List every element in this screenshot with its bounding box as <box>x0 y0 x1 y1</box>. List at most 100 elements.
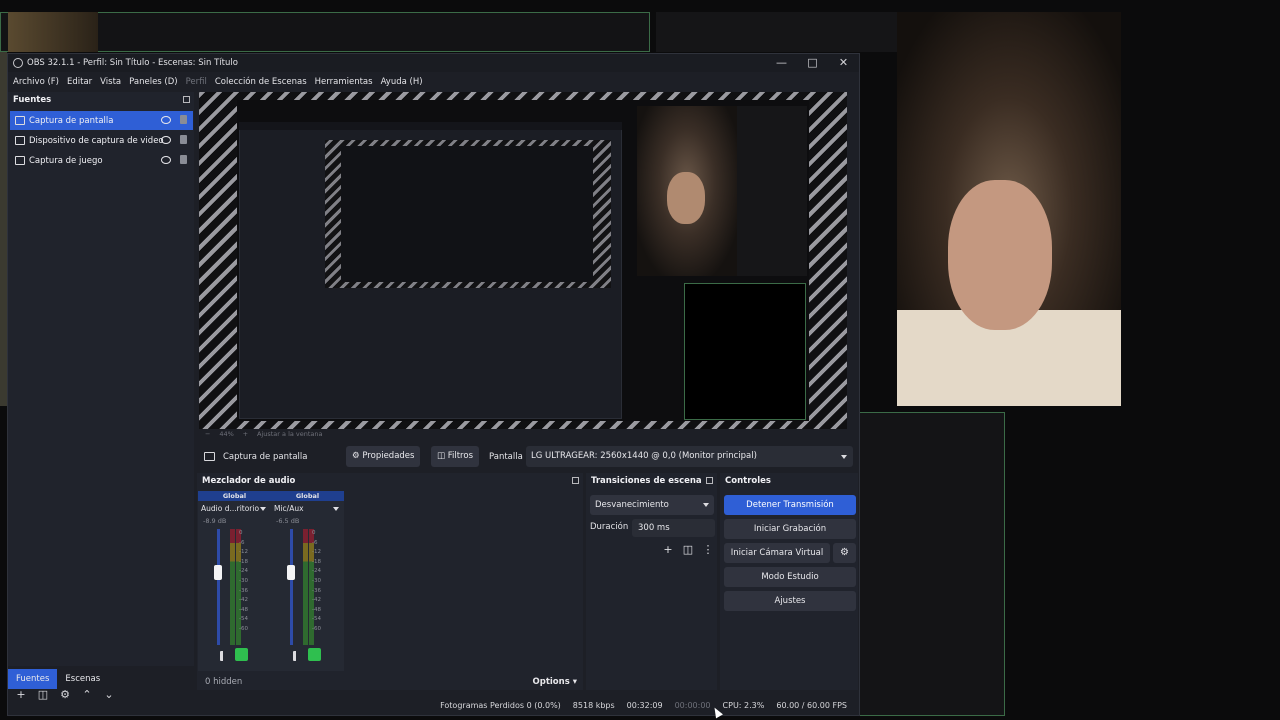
close-button[interactable]: ✕ <box>828 54 859 72</box>
headphones-icon[interactable] <box>308 648 321 661</box>
controls-title: Controles <box>725 476 771 486</box>
stream-time: 00:32:09 <box>626 700 663 710</box>
source-item[interactable]: Captura de juego <box>10 151 193 170</box>
webcam-person-face <box>948 180 1052 330</box>
tab-fuentes[interactable]: Fuentes <box>8 669 58 689</box>
visibility-eye-icon[interactable] <box>161 156 171 164</box>
mixer-channel: Global Audio d...ritorio -8.9 dB 0 -6 -12-… <box>198 491 271 671</box>
source-label: Dispositivo de captura de video <box>29 135 164 146</box>
display-label: Pantalla <box>489 451 523 462</box>
speaker-icon[interactable] <box>293 651 303 661</box>
level-meter <box>230 529 235 645</box>
channel-name: Audio d...ritorio <box>201 504 260 513</box>
duration-value: 300 ms <box>638 523 670 533</box>
dock-tabs: Fuentes Escenas <box>8 669 108 689</box>
filters-button[interactable]: ◫ Filtros <box>431 446 479 467</box>
headphones-icon[interactable] <box>235 648 248 661</box>
start-recording-button[interactable]: Iniciar Grabación <box>724 519 856 539</box>
preview-webcam-face <box>667 172 705 224</box>
nested-preview-image <box>341 146 593 282</box>
transition-toolbar: + ◫ ⋮ <box>658 543 718 556</box>
audio-mixer-dock: Mezclador de audio Global Audio d...rito… <box>197 473 583 690</box>
menu-herramientas[interactable]: Herramientas <box>315 77 373 87</box>
volume-slider-track[interactable] <box>217 529 220 645</box>
scene-transitions-dock: Transiciones de escena Desvanecimiento D… <box>586 473 717 690</box>
camera-icon <box>15 136 25 145</box>
duration-spinbox[interactable]: 300 ms <box>632 519 715 537</box>
menu-ayuda[interactable]: Ayuda (H) <box>381 77 423 87</box>
menu-vista[interactable]: Vista <box>100 77 121 87</box>
controls-dock: Controles Detener Transmisión Iniciar Gr… <box>720 473 858 690</box>
channel-group: Global <box>271 491 344 501</box>
channel-db: -8.9 dB <box>203 517 227 525</box>
lock-icon[interactable] <box>180 115 187 124</box>
menu-bar: Archivo (F) Editar Vista Paneles (D) Per… <box>8 74 426 90</box>
display-value: LG ULTRAGEAR: 2560x1440 @ 0,0 (Monitor p… <box>531 451 757 461</box>
undock-icon[interactable] <box>706 477 713 484</box>
properties-button[interactable]: ⚙ Propiedades <box>346 446 421 467</box>
undock-icon[interactable] <box>183 96 190 103</box>
recording-time: 00:00:00 <box>674 700 711 710</box>
source-label: Captura de pantalla <box>29 115 114 126</box>
chevron-down-icon[interactable] <box>260 507 266 511</box>
display-select[interactable]: LG ULTRAGEAR: 2560x1440 @ 0,0 (Monitor p… <box>526 446 853 467</box>
more-options-icon[interactable]: ⋮ <box>698 543 718 556</box>
preview-capture-image <box>237 100 809 421</box>
remove-transition-icon[interactable]: ◫ <box>678 543 698 556</box>
zoom-out-icon[interactable]: − <box>205 430 210 438</box>
minimize-button[interactable]: — <box>766 54 797 72</box>
settings-button[interactable]: Ajustes <box>724 591 856 611</box>
obs-logo-icon <box>13 58 23 68</box>
volume-slider-handle[interactable] <box>287 565 295 580</box>
transitions-title: Transiciones de escena <box>591 476 702 486</box>
menu-archivo[interactable]: Archivo (F) <box>13 77 59 87</box>
speaker-icon[interactable] <box>220 651 230 661</box>
fps: 60.00 / 60.00 FPS <box>776 700 847 710</box>
lock-icon[interactable] <box>180 135 187 144</box>
undock-icon[interactable] <box>572 477 579 484</box>
visibility-eye-icon[interactable] <box>161 136 171 144</box>
sources-title: Fuentes <box>13 95 52 105</box>
virtual-camera-settings-icon[interactable]: ⚙ <box>833 543 856 563</box>
maximize-button[interactable]: □ <box>797 54 828 72</box>
background-dark-panel <box>656 12 897 52</box>
menu-coleccion-escenas[interactable]: Colección de Escenas <box>215 77 307 87</box>
mixer-title: Mezclador de audio <box>202 476 296 486</box>
chevron-down-icon <box>703 503 709 507</box>
zoom-in-icon[interactable]: + <box>243 430 248 438</box>
tab-escenas[interactable]: Escenas <box>57 669 108 689</box>
volume-slider-track[interactable] <box>290 529 293 645</box>
lock-icon[interactable] <box>180 155 187 164</box>
properties-label: Propiedades <box>362 451 415 461</box>
stop-stream-button[interactable]: Detener Transmisión <box>724 495 856 515</box>
background-thumbnail <box>8 12 98 52</box>
start-virtual-camera-button[interactable]: Iniciar Cámara Virtual <box>724 543 830 563</box>
gamepad-icon <box>15 156 25 165</box>
menu-editar[interactable]: Editar <box>67 77 92 87</box>
meter-ticks: 0 -6 -12 -18 -24 -30 -36 -42 -48 -54 -60 <box>239 530 248 632</box>
duration-label: Duración <box>590 522 629 532</box>
context-source-label: Captura de pantalla <box>223 451 308 462</box>
volume-slider-handle[interactable] <box>214 565 222 580</box>
filters-label: Filtros <box>447 451 473 461</box>
options-button[interactable]: Options ▾ <box>533 677 577 687</box>
transition-select[interactable]: Desvanecimiento <box>590 495 714 515</box>
chevron-down-icon[interactable] <box>333 507 339 511</box>
studio-mode-button[interactable]: Modo Estudio <box>724 567 856 587</box>
meter-ticks: 0 -6 -12 -18 -24 -30 -36 -42 -48 -54 -60 <box>312 530 321 632</box>
title-bar: OBS 32.1.1 - Perfil: Sin Título - Escena… <box>8 54 859 72</box>
channel-db: -6.5 dB <box>276 517 300 525</box>
mixer-channel: Global Mic/Aux -6.5 dB 0 -6 -12 -18 -24 -30 -3… <box>271 491 344 671</box>
zoom-fit-label[interactable]: Ajustar a la ventana <box>257 430 323 438</box>
transition-value: Desvanecimiento <box>595 500 669 510</box>
menu-perfil[interactable]: Perfil <box>186 77 207 87</box>
source-item[interactable]: Captura de pantalla <box>10 111 193 130</box>
menu-paneles[interactable]: Paneles (D) <box>129 77 177 87</box>
preview-dark-area <box>737 106 807 276</box>
chevron-down-icon <box>841 455 847 459</box>
hidden-count: 0 hidden <box>205 677 243 687</box>
preview-canvas[interactable] <box>199 92 847 429</box>
source-item[interactable]: Dispositivo de captura de video <box>10 131 193 150</box>
visibility-eye-icon[interactable] <box>161 116 171 124</box>
add-transition-icon[interactable]: + <box>658 543 678 556</box>
